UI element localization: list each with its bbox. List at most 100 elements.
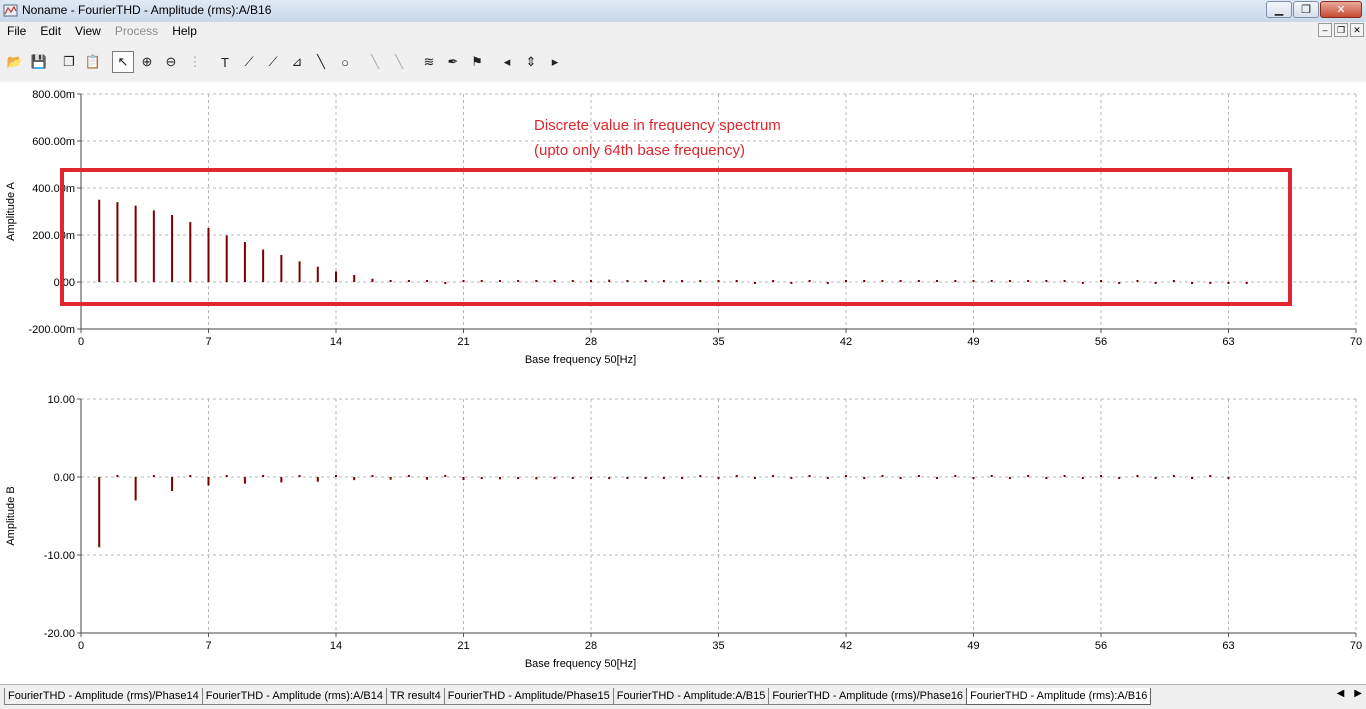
chart2-x-tick-label: 0	[78, 640, 84, 652]
close-button[interactable]: ✕	[1320, 1, 1362, 18]
chart1-y-tick-label: 800.00m	[32, 89, 75, 101]
chart1-x-tick-label: 0	[78, 336, 84, 348]
document-tab[interactable]: FourierTHD - Amplitude/Phase15	[443, 688, 614, 705]
document-tab[interactable]: FourierTHD - Amplitude (rms)/Phase16	[768, 688, 968, 705]
document-tab[interactable]: FourierTHD - Amplitude (rms)/Phase14	[4, 688, 203, 705]
chart1-x-tick-label: 49	[967, 336, 979, 348]
arrow-updown-button[interactable]: ⇕	[520, 51, 542, 73]
marker-2-button[interactable]: ⟋	[262, 51, 284, 73]
document-tab-bar: FourierTHD - Amplitude (rms)/Phase14 Four…	[0, 684, 1366, 709]
chart2-x-axis-label: Base frequency 50[Hz]	[525, 658, 636, 670]
arrow-updown-icon: ⇕	[525, 54, 537, 69]
mdi-controls: – ❐ ✕	[1318, 23, 1364, 37]
maximize-button[interactable]: ❐	[1293, 1, 1319, 18]
chart1-y-tick-label: 200.00m	[32, 230, 75, 242]
menu-help[interactable]: Help	[165, 24, 204, 38]
arrow-right-icon: ▸	[551, 54, 559, 69]
arrow-right-button[interactable]: ▸	[544, 51, 566, 73]
paste-button[interactable]: 📋	[82, 51, 104, 73]
document-tab[interactable]: TR result4	[386, 688, 445, 705]
minimize-button[interactable]: ▁	[1266, 1, 1292, 18]
chart2-y-axis-label: Amplitude B	[5, 486, 17, 545]
chart1-x-tick-label: 7	[205, 336, 211, 348]
tool-row: 📂 💾 ❐ 📋 ↖ ⊕ ⊖ ⋮ T ⟋ ⟋ ⊿ ╲ ○ ╲ ╲ ≋ ✒ ⚑ ◂ ⇕ ▸	[4, 50, 568, 74]
probe-button[interactable]: ✒	[442, 51, 464, 73]
cursor-b-button: ╲	[388, 51, 410, 73]
toolbar: 📂 💾 ❐ 📋 ↖ ⊕ ⊖ ⋮ T ⟋ ⟋ ⊿ ╲ ○ ╲ ╲ ≋ ✒ ⚑ ◂ ⇕ ▸	[0, 40, 1366, 83]
menu-view[interactable]: View	[68, 24, 108, 38]
menu-file[interactable]: File	[0, 24, 33, 38]
scale-button[interactable]: ⊿	[286, 51, 308, 73]
menu-edit[interactable]: Edit	[33, 24, 68, 38]
tab-scroll-right-icon[interactable]: ▶	[1354, 688, 1362, 699]
zoom-in-button[interactable]: ⊕	[136, 51, 158, 73]
chart2-y-tick-label: 10.00	[47, 394, 75, 406]
chart1-x-axis-label: Base frequency 50[Hz]	[525, 354, 636, 366]
add-trace-button[interactable]: ≋	[418, 51, 440, 73]
marker-2-icon: ⟋	[268, 54, 278, 69]
menu-process: Process	[114, 24, 159, 38]
restore-icon: ❐	[1336, 24, 1346, 35]
menu-items: File Edit View Process Help	[0, 24, 204, 38]
copy-button[interactable]: ❐	[58, 51, 80, 73]
document-tab[interactable]: FourierTHD - Amplitude:A/B15	[612, 688, 770, 705]
text-tool-icon: T	[221, 54, 229, 70]
marker-button[interactable]: ⟋	[238, 51, 260, 73]
add-trace-icon: ≋	[423, 54, 435, 69]
chart2-x-tick-label: 7	[205, 640, 211, 652]
close-icon: ✕	[1353, 24, 1361, 35]
minimize-icon: –	[1322, 25, 1328, 35]
mdi-restore-button[interactable]: ❐	[1334, 23, 1348, 37]
chart2-y-tick-label: -10.00	[44, 550, 75, 562]
annotation-line2: (upto only 64th base frequency)	[534, 142, 745, 159]
close-icon: ✕	[1336, 4, 1346, 16]
pointer-button[interactable]: ↖	[112, 51, 134, 73]
annotation-line1: Discrete value in frequency spectrum	[534, 117, 781, 134]
document-tab[interactable]: FourierTHD - Amplitude (rms):A/B16	[966, 688, 1152, 705]
tabs: FourierTHD - Amplitude (rms)/Phase14 Four…	[4, 688, 1152, 705]
title-bar: Noname - FourierTHD - Amplitude (rms):A/…	[0, 0, 1366, 23]
chart2-y-tick-label: 0.00	[54, 472, 75, 484]
cursor-b-icon: ╲	[395, 54, 403, 69]
arrow-left-button[interactable]: ◂	[496, 51, 518, 73]
paste-icon: 📋	[84, 54, 102, 69]
zoom-100-icon: ⊖	[165, 54, 177, 69]
flag-button[interactable]: ⚑	[466, 51, 488, 73]
chart1-x-tick-label: 42	[840, 336, 852, 348]
text-tool-button[interactable]: T	[214, 51, 236, 73]
spectrum-plots[interactable]: 0 7 14 21 28 35 42 49 56 63 70800.00m600.00m400.00…	[0, 82, 1366, 684]
app-icon	[3, 4, 18, 17]
chart2-x-tick-label: 63	[1222, 640, 1234, 652]
mdi-close-button[interactable]: ✕	[1350, 23, 1364, 37]
chart1-x-tick-label: 14	[330, 336, 342, 348]
mdi-minimize-button[interactable]: –	[1318, 23, 1332, 37]
tab-scroll-left-icon[interactable]: ◀	[1337, 688, 1345, 699]
chart1-x-tick-label: 35	[712, 336, 724, 348]
plot-area: 0 7 14 21 28 35 42 49 56 63 70 800.00m 600.00m 400.00…	[0, 82, 1366, 684]
menu-bar: File Edit View Process Help – ❐ ✕	[0, 22, 1366, 40]
chart2-y-tick-label: -20.00	[44, 628, 75, 640]
chart2-x-tick-label: 56	[1095, 640, 1107, 652]
open-folder-button[interactable]: 📂	[4, 51, 26, 73]
marker-icon: ⟋	[244, 54, 254, 69]
save-button[interactable]: 💾	[28, 51, 50, 73]
chart1-x-tick-label: 21	[457, 336, 469, 348]
annotation-box	[60, 168, 1292, 306]
scale-icon: ⊿	[291, 54, 303, 69]
chart2-x-tick-label: 14	[330, 640, 342, 652]
save-icon: 💾	[30, 54, 48, 69]
zoom-100-button[interactable]: ⊖	[160, 51, 182, 73]
chart1-y-tick-label: 600.00m	[32, 136, 75, 148]
line-tool-button[interactable]: ╲	[310, 51, 332, 73]
circle-tool-icon: ○	[341, 54, 349, 70]
maximize-icon: ❐	[1301, 4, 1311, 16]
open-folder-icon: 📂	[6, 54, 24, 69]
document-tab[interactable]: FourierTHD - Amplitude (rms):A/B14	[201, 688, 387, 705]
arrow-left-icon: ◂	[503, 54, 511, 69]
circle-tool-button[interactable]: ○	[334, 51, 356, 73]
tab-scroll-controls: ◀ ▶	[1337, 688, 1362, 699]
chart1-y-tick-label: 0.00	[54, 277, 75, 289]
chart1-x-tick-label: 70	[1350, 336, 1362, 348]
zoom-in-icon: ⊕	[141, 54, 153, 69]
chart1-x-tick-label: 28	[585, 336, 597, 348]
